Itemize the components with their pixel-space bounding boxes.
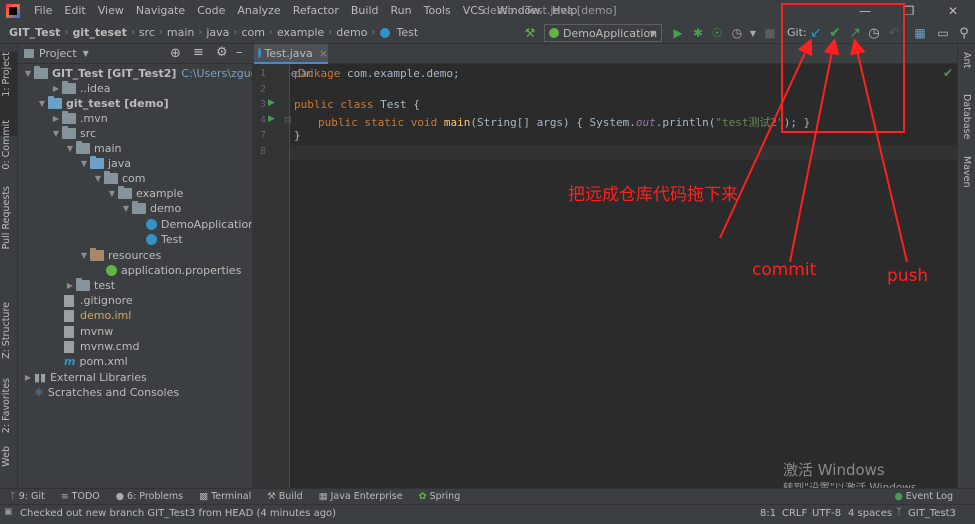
caret-position[interactable]: 8:1 <box>760 508 776 519</box>
toolwindow-label: 9: Git <box>18 491 45 502</box>
annotation-commit: commit <box>752 260 817 280</box>
toolwindow-terminal[interactable]: ▩ Terminal <box>199 491 251 502</box>
git-branch-icon: ᛉ <box>10 491 16 502</box>
git-branch[interactable]: GIT_Test3 <box>908 508 956 519</box>
indent-setting[interactable]: 4 spaces <box>848 508 892 519</box>
git-toolbar-highlight-box <box>781 3 905 133</box>
status-bar-panel-icon[interactable]: ▣ <box>4 507 13 517</box>
java-enterprise-icon: ▦ <box>318 491 328 502</box>
pull-arrow <box>719 38 813 239</box>
annotation-overlay <box>719 3 908 263</box>
toolwindow-git[interactable]: ᛉ 9: Git <box>10 491 45 502</box>
git-branch-icon: ᛉ <box>896 507 902 518</box>
toolwindow-java-enterprise[interactable]: ▦ Java Enterprise <box>319 491 403 502</box>
file-encoding[interactable]: UTF-8 <box>812 508 841 519</box>
toolwindow-event-log[interactable]: ● Event Log <box>895 491 954 502</box>
toolwindow-build[interactable]: ⚒ Build <box>267 491 302 502</box>
status-bar: ▣ Checked out new branch GIT_Test3 from … <box>0 504 975 524</box>
terminal-icon: ▩ <box>199 491 209 502</box>
toolwindow-label: Terminal <box>211 491 252 502</box>
problems-icon: ● <box>115 491 125 502</box>
annotation-push: push <box>887 266 929 286</box>
windows-activation-title: 激活 Windows <box>783 461 885 479</box>
toolwindow-problems[interactable]: ● 6: Problems <box>116 491 183 502</box>
toolwindow-label: TODO <box>71 491 100 502</box>
toolwindow-label: Spring <box>429 491 461 502</box>
toolwindow-label: Java Enterprise <box>330 491 403 502</box>
toolwindow-label: Build <box>278 491 303 502</box>
toolwindow-spring[interactable]: ✿ Spring <box>419 491 461 502</box>
status-message[interactable]: Checked out new branch GIT_Test3 from HE… <box>20 508 336 519</box>
tool-window-bar: ᛉ 9: Git ≡ TODO ● 6: Problems ▩ Terminal ⚒ Bu… <box>0 488 975 504</box>
event-log-icon: ● <box>894 491 903 502</box>
push-arrow <box>849 38 908 263</box>
line-separator[interactable]: CRLF <box>782 508 807 519</box>
toolwindow-label: Event Log <box>905 491 953 502</box>
spring-leaf-icon: ✿ <box>418 491 427 502</box>
build-hammer-icon: ⚒ <box>267 491 276 502</box>
annotation-pull: 把远成仓库代码拖下来 <box>568 185 738 205</box>
toolwindow-label: 6: Problems <box>127 491 184 502</box>
commit-arrow <box>789 38 840 263</box>
todo-list-icon: ≡ <box>60 491 69 502</box>
toolwindow-todo[interactable]: ≡ TODO <box>61 491 100 502</box>
